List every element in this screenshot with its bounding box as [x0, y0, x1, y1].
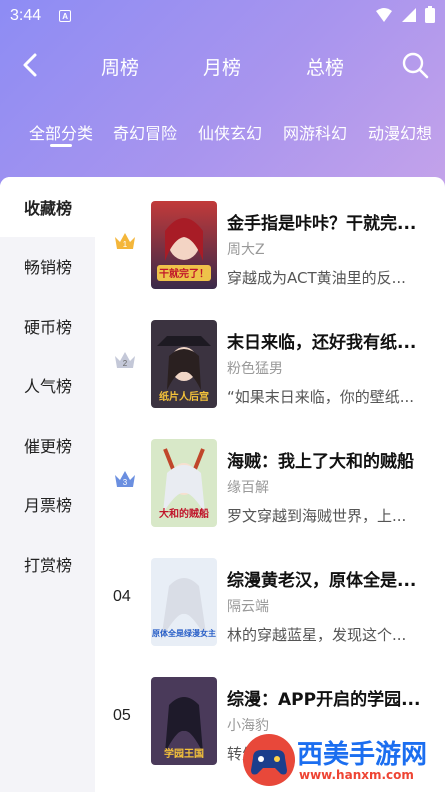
sidebar-item-label: 催更榜: [24, 437, 73, 456]
book-description: 穿越成为ACT黄油里的反...: [227, 269, 406, 287]
search-icon[interactable]: [401, 51, 429, 79]
book-title: 综漫：APP开启的学园...: [227, 690, 421, 710]
sidebar-item-tips[interactable]: 打赏榜: [0, 534, 95, 594]
status-icons: [375, 6, 435, 23]
category-xianxia[interactable]: 仙侠玄幻: [198, 120, 262, 144]
book-cover: 学园王国: [151, 677, 217, 765]
rank-number: 2: [123, 359, 128, 368]
book-description: “如果末日来临，你的壁纸...: [227, 388, 415, 406]
book-cover: 大和的贼船: [151, 439, 217, 527]
watermark-url: www.hanxm.com: [299, 768, 414, 782]
book-item[interactable]: 04 原体全是绿漫女主 综漫黄老汉，原体全是... 隔云端 林的穿越蓝星，发现这…: [95, 534, 445, 652]
book-title: 海贼：我上了大和的贼船: [227, 452, 414, 472]
watermark: 西美手游网 www.hanxm.com: [241, 730, 441, 790]
book-author: 缘百解: [227, 480, 269, 496]
book-item[interactable]: 2 纸片人后宫 末日来临，还好我有纸... 粉色猛男 “如果末日来临，你的壁纸.…: [95, 296, 445, 414]
gold-crown-icon: 1: [115, 233, 135, 249]
watermark-text: 西美手游网: [297, 740, 428, 770]
tab-monthly[interactable]: 月榜: [203, 53, 241, 80]
rank-number: 3: [123, 478, 128, 487]
rank-number: 04: [113, 588, 131, 605]
sidebar-item-label: 畅销榜: [24, 258, 73, 277]
sidebar-item-monthly-ticket[interactable]: 月票榜: [0, 474, 95, 534]
book-description: 林的穿越蓝星，发现这个...: [227, 626, 407, 644]
category-fantasy-adventure[interactable]: 奇幻冒险: [113, 120, 177, 144]
cover-title: 干就完了！: [159, 267, 209, 280]
cover-title: 大和的贼船: [159, 507, 209, 520]
category-anime-fantasy[interactable]: 动漫幻想: [368, 120, 432, 144]
book-author: 隔云端: [227, 599, 269, 615]
silver-crown-icon: 2: [115, 352, 135, 368]
status-bar: 3:44 A: [0, 0, 445, 32]
battery-icon: [425, 6, 435, 23]
signal-icon: [402, 7, 416, 22]
back-arrow-icon[interactable]: [18, 51, 44, 79]
gamepad-logo-icon: [243, 734, 295, 786]
ranking-sidebar: 收藏榜 畅销榜 硬币榜 人气榜 催更榜 月票榜 打赏榜: [0, 177, 95, 792]
blue-crown-icon: 3: [115, 471, 135, 487]
book-author: 粉色猛男: [227, 361, 283, 377]
sidebar-item-update-urge[interactable]: 催更榜: [0, 415, 95, 475]
top-nav: 周榜 月榜 总榜: [0, 45, 445, 87]
tab-total[interactable]: 总榜: [306, 53, 344, 80]
cover-title: 纸片人后宫: [159, 390, 209, 403]
content-panel: 收藏榜 畅销榜 硬币榜 人气榜 催更榜 月票榜 打赏榜 1 干就完了！ 金手指是…: [0, 177, 445, 792]
book-cover: 原体全是绿漫女主: [151, 558, 217, 646]
book-item[interactable]: 3 大和的贼船 海贼：我上了大和的贼船 缘百解 罗文穿越到海贼世界，上...: [95, 415, 445, 533]
book-author: 周大Z: [227, 242, 265, 258]
book-cover: 干就完了！: [151, 201, 217, 289]
sidebar-item-coins[interactable]: 硬币榜: [0, 296, 95, 356]
book-cover: 纸片人后宫: [151, 320, 217, 408]
rank-number: 1: [123, 240, 128, 249]
book-description: 罗文穿越到海贼世界，上...: [227, 507, 407, 525]
category-active-indicator: [50, 144, 72, 147]
sidebar-item-favorites[interactable]: 收藏榜: [0, 177, 95, 237]
rank-number: 05: [113, 707, 131, 724]
book-item[interactable]: 1 干就完了！ 金手指是咔咔？干就完... 周大Z 穿越成为ACT黄油里的反..…: [95, 177, 445, 295]
category-scifi[interactable]: 网游科幻: [283, 120, 347, 144]
category-all[interactable]: 全部分类: [29, 120, 93, 144]
sidebar-item-label: 收藏榜: [24, 199, 73, 218]
tab-weekly[interactable]: 周榜: [101, 53, 139, 80]
book-title: 金手指是咔咔？干就完...: [227, 214, 417, 234]
book-title: 末日来临，还好我有纸...: [227, 333, 417, 353]
sidebar-item-label: 月票榜: [24, 496, 73, 515]
sidebar-item-popularity[interactable]: 人气榜: [0, 355, 95, 415]
book-title: 综漫黄老汉，原体全是...: [227, 571, 417, 591]
sidebar-item-label: 打赏榜: [24, 556, 73, 575]
status-time: 3:44: [10, 7, 42, 24]
cover-title: 原体全是绿漫女主: [152, 628, 216, 638]
sidebar-item-label: 人气榜: [24, 377, 73, 396]
sidebar-item-bestseller[interactable]: 畅销榜: [0, 236, 95, 296]
sidebar-item-label: 硬币榜: [24, 318, 73, 337]
notification-icon: A: [59, 10, 72, 22]
wifi-icon: [376, 7, 392, 22]
cover-title: 学园王国: [164, 747, 204, 760]
